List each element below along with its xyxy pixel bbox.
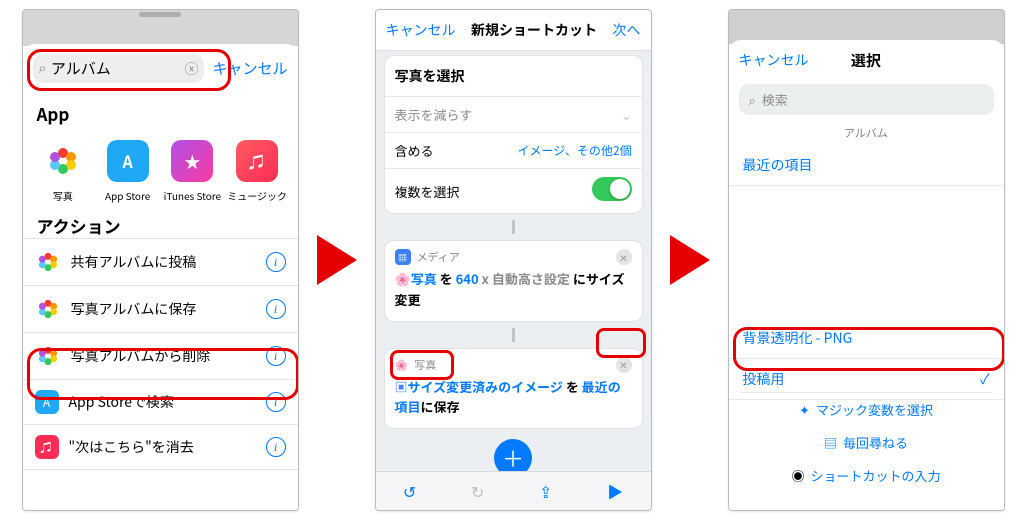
section-app: App xyxy=(23,91,298,126)
list-label: App Storeで検索 xyxy=(69,392,256,412)
photos-icon xyxy=(38,300,56,318)
app-photos[interactable]: 写真 xyxy=(33,140,93,203)
row-multi: 複数を選択 xyxy=(385,168,642,213)
tutorial-figure: ⌕ アルバム ⓧ キャンセル App 写真 A App Store ★ i xyxy=(0,0,1026,520)
app-label: 写真 xyxy=(53,188,73,203)
action-resize: ▦メディア✕ 🌸写真 を 640 x 自動高さ設定 にサイズ変更 xyxy=(384,240,643,322)
media-icon: ▦ xyxy=(395,249,411,265)
photos-icon xyxy=(38,347,56,365)
info-icon[interactable]: i xyxy=(266,252,286,272)
search-input[interactable]: ⌕検索 xyxy=(739,84,994,115)
list-item[interactable]: 写真アルバムから削除 i xyxy=(23,333,298,380)
cancel-button[interactable]: キャンセル xyxy=(386,20,456,40)
footer-options: ✦マジック変数を選択 ▤毎回尋ねる ◉ショートカットの入力 xyxy=(729,388,1004,510)
app-itunes[interactable]: ★ iTunes Store xyxy=(162,140,222,203)
arrow-icon xyxy=(317,235,357,285)
action-list: 共有アルバムに投稿 i 写真アルバムに保存 i 写真アルバムから削除 i A A… xyxy=(23,238,298,470)
app-label: App Store xyxy=(105,188,150,203)
check-icon: ✓ xyxy=(980,369,990,389)
flow-connector xyxy=(512,328,515,342)
picker-sheet: キャンセル 選択 ⌕検索 アルバム 最近の項目 背景透明化 - PNG 投稿用✓… xyxy=(729,40,1004,510)
bottom-toolbar: ↺ ↻ ⇪ ▶ xyxy=(376,471,651,510)
opt-input[interactable]: ◉ショートカットの入力 xyxy=(729,459,1004,492)
nav-bar: キャンセル 新規ショートカット 次へ xyxy=(376,10,651,51)
toggle-on[interactable] xyxy=(592,177,632,201)
list-item[interactable]: A App Storeで検索 i xyxy=(23,380,298,425)
chevron-down-icon: ⌄ xyxy=(621,105,632,124)
photos-icon xyxy=(50,148,76,174)
screen-3: キャンセル 選択 ⌕検索 アルバム 最近の項目 背景透明化 - PNG 投稿用✓… xyxy=(728,9,1005,511)
next-button[interactable]: 次へ xyxy=(613,20,641,40)
sheet-grabber xyxy=(139,12,181,17)
share-icon[interactable]: ⇪ xyxy=(539,479,552,503)
list-label: 共有アルバムに投稿 xyxy=(71,252,256,272)
search-icon: ⌕ xyxy=(39,60,47,77)
list-item[interactable]: 最近の項目 xyxy=(729,145,1004,186)
row-hide[interactable]: 表示を減らす⌄ xyxy=(385,96,642,132)
wand-icon: ✦ xyxy=(799,400,810,419)
info-icon[interactable]: i xyxy=(266,437,286,457)
chat-icon: ▤ xyxy=(824,433,837,452)
list-item[interactable]: 共有アルバムに投稿 i xyxy=(23,239,298,286)
section-action: アクション xyxy=(23,209,298,238)
opt-magic[interactable]: ✦マジック変数を選択 xyxy=(729,393,1004,426)
search-row: ⌕ アルバム ⓧ キャンセル xyxy=(23,44,298,91)
play-icon[interactable]: ▶ xyxy=(607,479,623,503)
action-select-photos: 写真を選択 表示を減らす⌄ 含めるイメージ、その他2個 複数を選択 xyxy=(384,55,643,214)
arrow-icon xyxy=(670,235,710,285)
info-icon[interactable]: i xyxy=(266,299,286,319)
appstore-icon: A xyxy=(107,140,149,182)
app-appstore[interactable]: A App Store xyxy=(98,140,158,203)
list-item[interactable]: ♫ "次はこちら"を消去 i xyxy=(23,425,298,470)
close-icon[interactable]: ✕ xyxy=(616,249,632,265)
undo-icon[interactable]: ↺ xyxy=(403,479,416,503)
photos-icon xyxy=(38,253,56,271)
flow-connector xyxy=(512,220,515,234)
info-icon[interactable]: i xyxy=(266,346,286,366)
list-label: 写真アルバムに保存 xyxy=(71,299,256,319)
nav-title: 選択 xyxy=(851,50,881,71)
itunes-icon: ★ xyxy=(171,140,213,182)
nav-title: 新規ショートカット xyxy=(471,20,597,40)
row-include[interactable]: 含めるイメージ、その他2個 xyxy=(385,132,642,168)
info-icon[interactable]: i xyxy=(266,392,286,412)
clear-icon[interactable]: ⓧ xyxy=(184,59,198,79)
action-title: 写真を選択 xyxy=(385,56,642,96)
apps-row: 写真 A App Store ★ iTunes Store ♫ ミュージック xyxy=(23,126,298,209)
screen-2: キャンセル 新規ショートカット 次へ 写真を選択 表示を減らす⌄ 含めるイメージ… xyxy=(375,9,652,511)
list-label: "次はこちら"を消去 xyxy=(69,437,256,457)
list-label: 写真アルバムから削除 xyxy=(71,346,256,366)
app-label: ミュージック xyxy=(227,188,287,203)
close-icon[interactable]: ✕ xyxy=(616,357,632,373)
app-label: iTunes Store xyxy=(164,188,221,203)
music-icon: ♫ xyxy=(236,140,278,182)
search-sheet: ⌕ アルバム ⓧ キャンセル App 写真 A App Store ★ i xyxy=(23,44,298,510)
search-icon: ⌕ xyxy=(749,90,756,109)
screen-1: ⌕ アルバム ⓧ キャンセル App 写真 A App Store ★ i xyxy=(22,9,299,511)
cancel-button[interactable]: キャンセル xyxy=(212,58,287,79)
dot-icon: ◉ xyxy=(791,466,804,485)
action-save-album: 🌸写真✕ ▣サイズ変更済みのイメージ を 最近の項目に保存 xyxy=(384,348,643,430)
app-music[interactable]: ♫ ミュージック xyxy=(227,140,287,203)
search-value: アルバム xyxy=(51,58,181,79)
list-item[interactable]: 背景透明化 - PNG xyxy=(729,318,1004,359)
appstore-icon: A xyxy=(35,390,59,414)
section-albums: アルバム xyxy=(729,119,1004,145)
search-input[interactable]: ⌕ アルバム ⓧ xyxy=(33,54,205,83)
list-item[interactable]: 写真アルバムに保存 i xyxy=(23,286,298,333)
opt-ask[interactable]: ▤毎回尋ねる xyxy=(729,426,1004,459)
cancel-button[interactable]: キャンセル xyxy=(739,50,809,70)
status-bar-dim xyxy=(23,10,298,46)
status-bar-dim xyxy=(729,10,1004,44)
music-icon: ♫ xyxy=(35,435,59,459)
nav-bar: キャンセル 選択 xyxy=(729,40,1004,80)
redo-icon: ↻ xyxy=(471,479,484,503)
